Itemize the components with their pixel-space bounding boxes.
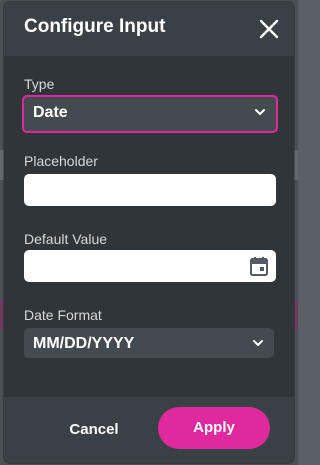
- placeholder-input[interactable]: [24, 174, 276, 206]
- close-button[interactable]: [256, 16, 282, 42]
- apply-button[interactable]: Apply: [158, 407, 270, 449]
- chevron-down-icon: [255, 109, 265, 115]
- dialog-title: Configure Input: [24, 16, 166, 37]
- date-format-value: MM/DD/YYYY: [33, 335, 135, 352]
- default-value-input[interactable]: [24, 250, 276, 282]
- chevron-down-icon: [253, 340, 263, 346]
- default-value-label: Default Value: [24, 231, 108, 247]
- date-format-label: Date Format: [24, 307, 102, 323]
- type-select[interactable]: Date: [22, 95, 278, 133]
- cancel-button[interactable]: Cancel: [46, 417, 142, 443]
- dialog-footer: Cancel Apply: [4, 397, 294, 463]
- placeholder-label: Placeholder: [24, 153, 98, 169]
- calendar-icon[interactable]: [250, 256, 268, 276]
- configure-input-dialog: Configure Input Type Date Placeholder De…: [4, 2, 294, 463]
- type-select-value: Date: [33, 104, 68, 121]
- type-label: Type: [24, 76, 55, 92]
- dialog-header: Configure Input: [4, 2, 294, 56]
- date-format-select[interactable]: MM/DD/YYYY: [24, 328, 274, 358]
- close-icon: [259, 19, 279, 39]
